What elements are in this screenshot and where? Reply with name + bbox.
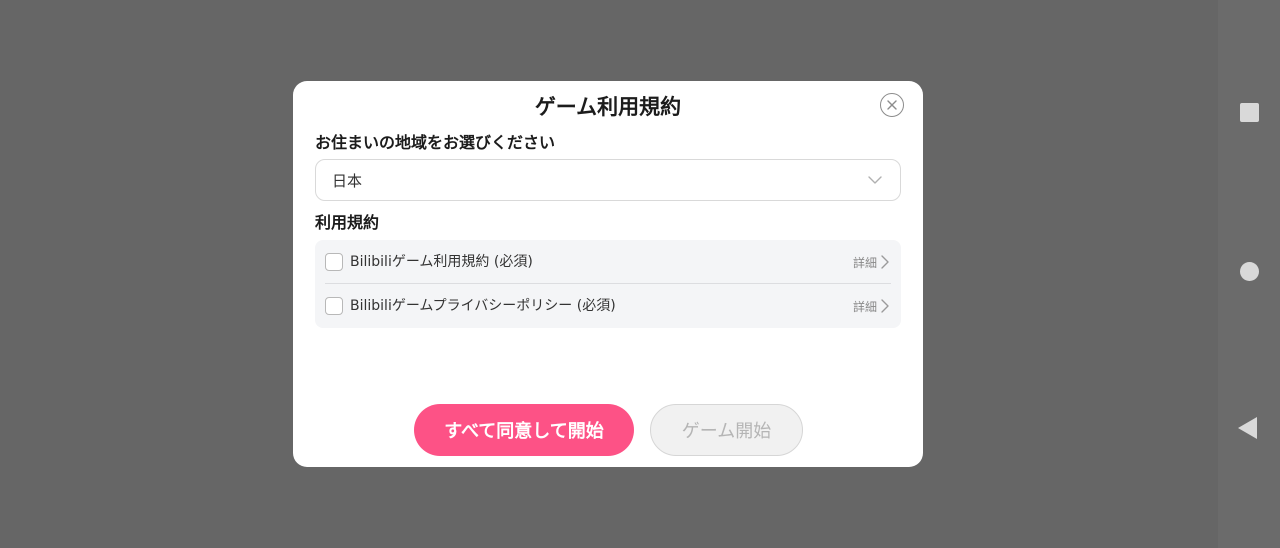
chevron-right-icon <box>881 255 889 269</box>
region-label: お住まいの地域をお選びください <box>315 133 556 152</box>
back-icon <box>1237 417 1257 439</box>
region-select[interactable]: 日本 <box>315 159 901 201</box>
privacy-policy-label: Bilibiliゲームプライバシーポリシー (必須) <box>350 298 616 314</box>
terms-list: Bilibiliゲーム利用規約 (必須) 詳細 Bilibiliゲームプライバシ… <box>315 240 901 328</box>
terms-of-service-checkbox[interactable] <box>325 253 343 271</box>
list-item: Bilibiliゲーム利用規約 (必須) 詳細 <box>315 240 901 284</box>
chevron-down-icon <box>866 171 884 189</box>
home-icon <box>1239 261 1259 281</box>
region-select-value: 日本 <box>332 171 363 190</box>
start-game-button[interactable]: ゲーム開始 <box>650 404 803 456</box>
agree-all-and-start-button[interactable]: すべて同意して開始 <box>414 404 634 456</box>
close-button[interactable] <box>880 93 904 117</box>
terms-section-label: 利用規約 <box>315 213 380 232</box>
system-navigation-bar <box>1218 0 1280 548</box>
privacy-policy-detail-link[interactable]: 詳細 <box>853 296 889 316</box>
terms-dialog: ゲーム利用規約 お住まいの地域をお選びください 日本 利用規約 Bilibili… <box>293 81 923 467</box>
close-icon <box>887 100 897 110</box>
home-button[interactable] <box>1218 243 1280 299</box>
chevron-right-icon <box>881 299 889 313</box>
detail-label: 詳細 <box>852 299 877 314</box>
dialog-title: ゲーム利用規約 <box>534 95 682 119</box>
privacy-policy-checkbox[interactable] <box>325 297 343 315</box>
back-button[interactable] <box>1218 400 1280 456</box>
recents-button[interactable] <box>1218 84 1280 140</box>
terms-of-service-detail-link[interactable]: 詳細 <box>853 252 889 272</box>
terms-of-service-label: Bilibiliゲーム利用規約 (必須) <box>350 254 533 270</box>
list-item: Bilibiliゲームプライバシーポリシー (必須) 詳細 <box>315 284 901 328</box>
recents-icon <box>1239 102 1259 122</box>
detail-label: 詳細 <box>852 255 877 270</box>
